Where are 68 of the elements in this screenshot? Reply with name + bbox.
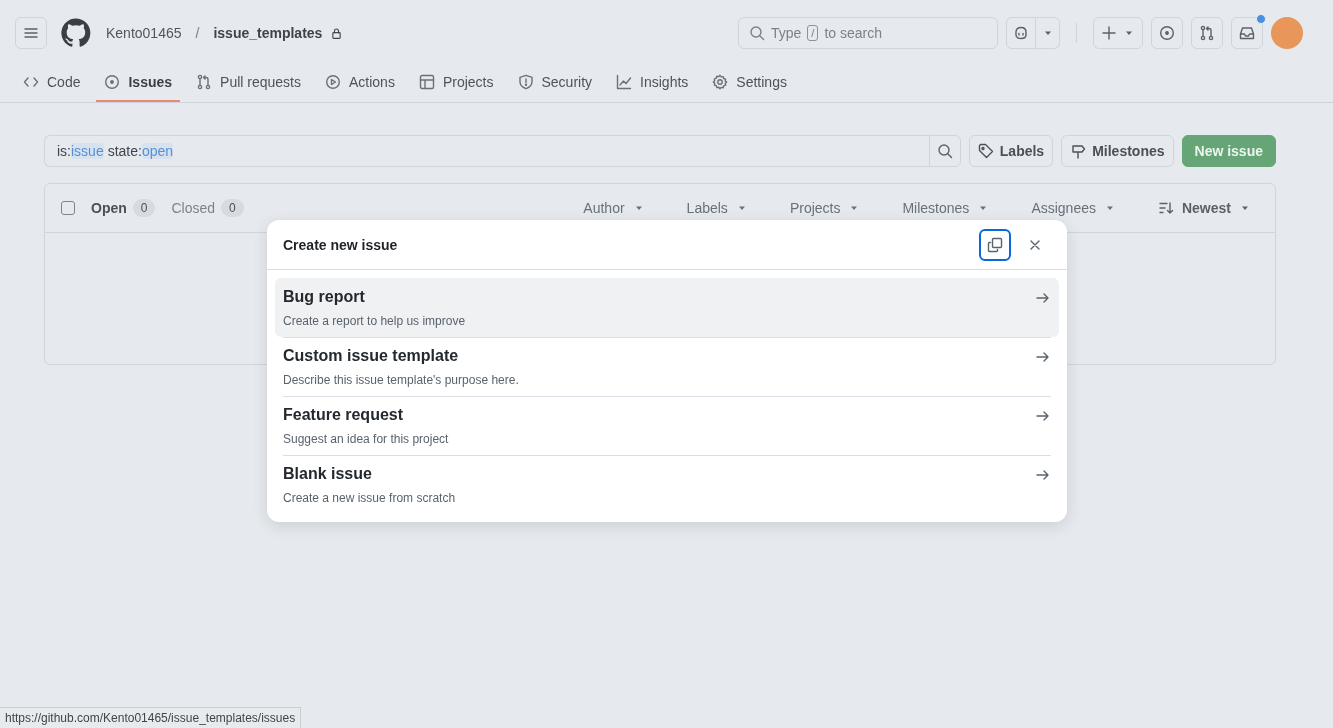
labels-button[interactable]: Labels [968,135,1054,167]
state-tab[interactable]: Open 0 [91,199,156,217]
sort-menu[interactable]: Newest [1149,200,1259,216]
repo-tab[interactable]: Projects [410,64,502,102]
sort-icon [1157,200,1174,216]
inbox-icon [1239,25,1255,41]
play-icon [325,74,341,90]
search-icon [936,143,953,159]
template-name: Feature request [283,406,405,424]
logo-icon[interactable] [60,17,92,49]
milestones-button[interactable]: Milestones [1061,135,1174,167]
status-url: https://github.com/Kento01465/issue_templates/issues [0,707,302,728]
state-tab[interactable]: Closed 0 [171,199,244,217]
menu-button[interactable] [15,17,47,49]
signpost-icon [1070,143,1087,159]
search-field[interactable]: Type / to search [738,17,998,49]
template-description: Create a new issue from scratch [283,491,457,505]
template-name: Custom issue template [283,347,460,365]
filter-field[interactable]: is:issue state:open [44,135,929,167]
filter-menu[interactable]: Author [575,200,653,216]
repo-tab[interactable]: Insights [608,64,697,102]
filter-menu[interactable]: Labels [678,200,756,216]
issues-button[interactable] [1151,17,1183,49]
repo-tab[interactable]: Issues [96,64,181,102]
search-button[interactable] [928,135,961,167]
tag-icon [977,143,994,159]
copilot-icon [1013,25,1029,41]
table-icon [418,74,435,90]
select-all-checkbox[interactable] [61,201,75,215]
inbox-button[interactable] [1231,17,1263,49]
copy-button[interactable] [979,228,1011,261]
template-option[interactable]: Blank issue Create a new issue from scratch [275,455,1059,514]
count-badge: 0 [221,199,244,217]
owner-link[interactable]: Kento01465 [106,25,182,41]
gear-icon [712,74,729,90]
dialog-title: Create new issue [283,236,399,253]
issue-icon [1159,25,1175,41]
plus-icon [1101,25,1117,41]
pull-request-icon [196,74,213,90]
repo-tab[interactable]: Code [15,64,89,102]
template-option[interactable]: Feature request Suggest an idea for this project [275,396,1059,455]
filter-menu[interactable]: Milestones [894,200,998,216]
search-icon [749,25,765,41]
menu-icon [23,25,39,41]
copilot-button[interactable] [1006,17,1036,49]
create-button[interactable] [1093,17,1143,49]
shield-icon [517,74,534,90]
count-badge: 0 [132,199,156,217]
template-option[interactable]: Bug report Create a report to help us improve [275,278,1059,337]
template-name: Bug report [283,288,366,306]
repo-tab[interactable]: Settings [704,64,795,102]
pull-request-icon [1199,25,1215,41]
copy-icon [987,236,1003,253]
pull-requests-button[interactable] [1191,17,1223,49]
template-name: Blank issue [283,465,373,483]
repo-tab[interactable]: Pull requests [188,64,309,102]
graph-icon [616,74,633,90]
repo-tab[interactable]: Security [509,64,601,102]
filter-menu[interactable]: Projects [781,200,869,216]
repo-tab[interactable]: Actions [317,64,403,102]
repo-link[interactable]: issue_templates [213,25,323,41]
template-description: Create a report to help us improve [283,314,467,328]
template-description: Describe this issue template's purpose here. [283,373,520,387]
path-separator: / [195,25,200,41]
filter-menu[interactable]: Assignees [1023,200,1124,216]
template-option[interactable]: Custom issue template Describe this issue template's purpose here. [275,337,1059,396]
template-description: Suggest an idea for this project [283,432,450,446]
issue-icon [104,74,121,90]
